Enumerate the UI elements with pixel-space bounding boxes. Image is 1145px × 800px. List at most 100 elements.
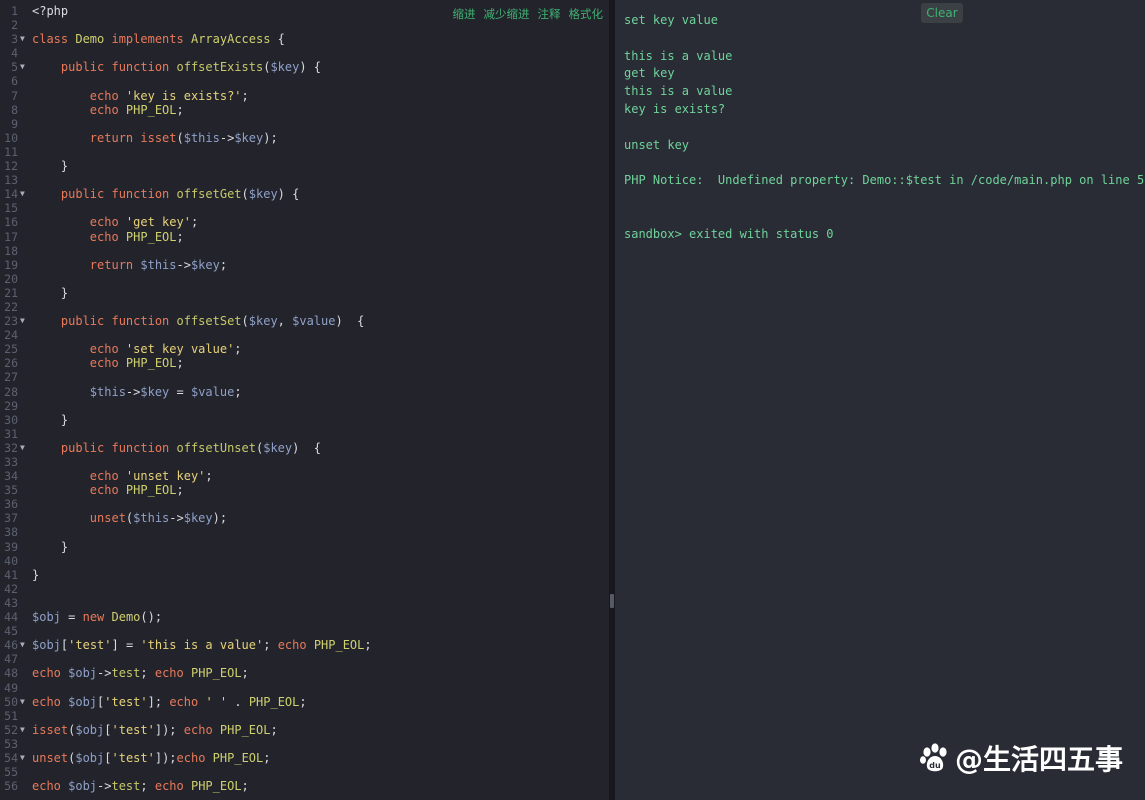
code-line[interactable]: 16 echo 'get key'; [0,215,609,229]
code-line[interactable]: 15 [0,201,609,215]
code-line[interactable]: 27 [0,370,609,384]
format-button[interactable]: 格式化 [569,6,604,22]
code-line[interactable]: 50 ▼ echo $obj['test']; echo ' ' . PHP_EOL… [0,695,609,709]
code-line[interactable]: 43 [0,596,609,610]
code-line[interactable]: 5 ▼ public function offsetExists($key) { [0,60,609,74]
code-line[interactable]: 7 echo 'key is exists?'; [0,89,609,103]
code-line[interactable]: 42 [0,582,609,596]
comment-button[interactable]: 注释 [538,6,561,22]
code-line[interactable]: 47 [0,652,609,666]
code-token: echo [183,722,220,737]
console-output: set key value this is a value get key this … [624,12,1145,243]
code-line[interactable]: 38 [0,525,609,539]
line-number: 3 [11,32,18,47]
code-line[interactable]: 34 echo 'unset key'; [0,469,609,483]
code-editor[interactable]: 缩进 减少缩进 注释 格式化 1 <?php 2 3 ▼ class Demo imple… [0,0,609,800]
fold-arrow-icon[interactable]: ▼ [20,751,25,765]
code-line[interactable]: 48 echo $obj->test; echo PHP_EOL; [0,666,609,680]
code-line[interactable]: 53 [0,737,609,751]
fold-arrow-icon[interactable]: ▼ [20,638,25,652]
fold-arrow-icon[interactable]: ▼ [20,441,25,455]
code-line[interactable]: 41} [0,568,609,582]
code-token: $value [292,314,336,329]
code-line[interactable]: 33 [0,455,609,469]
code-line[interactable]: 31 [0,427,609,441]
code-line[interactable]: 35 echo PHP_EOL; [0,483,609,497]
code-line[interactable]: 45 [0,624,609,638]
code-line[interactable]: 30 } [0,413,609,427]
code-line[interactable]: 20 [0,272,609,286]
code-text: public function offsetUnset($key) { [32,441,321,455]
line-number: 47 [4,652,18,667]
code-token: ( [176,130,184,145]
console-line: unset key [624,137,690,152]
code-lines[interactable]: 1 <?php 2 3 ▼ class Demo implements ArrayAcce… [0,4,609,793]
code-line[interactable]: 29 [0,399,609,413]
code-line[interactable]: 56 echo $obj->test; echo PHP_EOL; [0,779,609,793]
code-text: class Demo implements ArrayAccess { [32,32,285,46]
line-number: 8 [11,102,18,117]
code-token: test [111,779,141,794]
code-token: echo [277,638,314,653]
code-line[interactable]: 37 unset($this->$key); [0,511,609,525]
divider-grip-handle[interactable] [610,594,614,608]
code-line[interactable]: 13 [0,173,609,187]
code-token: ( [241,187,249,202]
code-line[interactable]: 24 [0,328,609,342]
code-line[interactable]: 26 echo PHP_EOL; [0,356,609,370]
code-line[interactable]: 32 ▼ public function offsetUnset($key) { [0,441,609,455]
code-line[interactable]: 21 } [0,286,609,300]
code-token: public function [60,440,177,455]
code-line[interactable]: 44 $obj = new Demo(); [0,610,609,624]
code-token: ; [140,779,155,794]
code-token: echo [89,342,126,357]
code-line[interactable]: 28 $this->$key = $value; [0,385,609,399]
code-line[interactable]: 40 [0,554,609,568]
code-line[interactable]: 17 echo PHP_EOL; [0,230,609,244]
outdent-button[interactable]: 减少缩进 [484,6,530,22]
code-line[interactable]: 11 [0,145,609,159]
code-text: unset($obj['test']);echo PHP_EOL; [32,751,270,765]
code-token: 'test' [104,694,148,709]
code-token: } [32,567,40,582]
fold-arrow-icon[interactable]: ▼ [20,695,25,709]
fold-arrow-icon[interactable]: ▼ [20,32,25,46]
code-line[interactable]: 3 ▼ class Demo implements ArrayAccess { [0,32,609,46]
code-line[interactable]: 19 return $this->$key; [0,258,609,272]
line-number: 28 [4,384,18,399]
code-line[interactable]: 23 ▼ public function offsetSet($key, $val… [0,314,609,328]
code-line[interactable]: 4 [0,46,609,60]
code-token: $obj [75,750,105,765]
code-line[interactable]: 6 [0,74,609,88]
code-line[interactable]: 54 ▼ unset($obj['test']);echo PHP_EOL; [0,751,609,765]
code-text: echo $obj->test; echo PHP_EOL; [32,779,249,793]
code-line[interactable]: 39 } [0,540,609,554]
indent-button[interactable]: 缩进 [453,6,476,22]
code-token: 'this is a value' [140,638,264,653]
fold-arrow-icon[interactable]: ▼ [20,723,25,737]
code-line[interactable]: 9 [0,117,609,131]
code-token: echo [89,483,126,498]
code-line[interactable]: 49 [0,681,609,695]
fold-arrow-icon[interactable]: ▼ [20,60,25,74]
code-line[interactable]: 12 } [0,159,609,173]
code-line[interactable]: 14 ▼ public function offsetGet($key) { [0,187,609,201]
fold-arrow-icon[interactable]: ▼ [20,187,25,201]
code-token: echo [176,750,213,765]
code-token: $obj [68,779,98,794]
code-line[interactable]: 51 [0,709,609,723]
code-line[interactable]: 46 ▼ $obj['test'] = 'this is a value'; ech… [0,638,609,652]
line-number: 53 [4,736,18,751]
code-line[interactable]: 52 ▼ isset($obj['test']); echo PHP_EOL; [0,723,609,737]
code-token: offsetExists [176,60,264,75]
code-line[interactable]: 55 [0,765,609,779]
code-line[interactable]: 10 return isset($this->$key); [0,131,609,145]
code-line[interactable]: 36 [0,497,609,511]
code-line[interactable]: 22 [0,300,609,314]
code-line[interactable]: 8 echo PHP_EOL; [0,103,609,117]
fold-arrow-icon[interactable]: ▼ [20,314,25,328]
code-line[interactable]: 25 echo 'set key value'; [0,342,609,356]
code-line[interactable]: 18 [0,244,609,258]
